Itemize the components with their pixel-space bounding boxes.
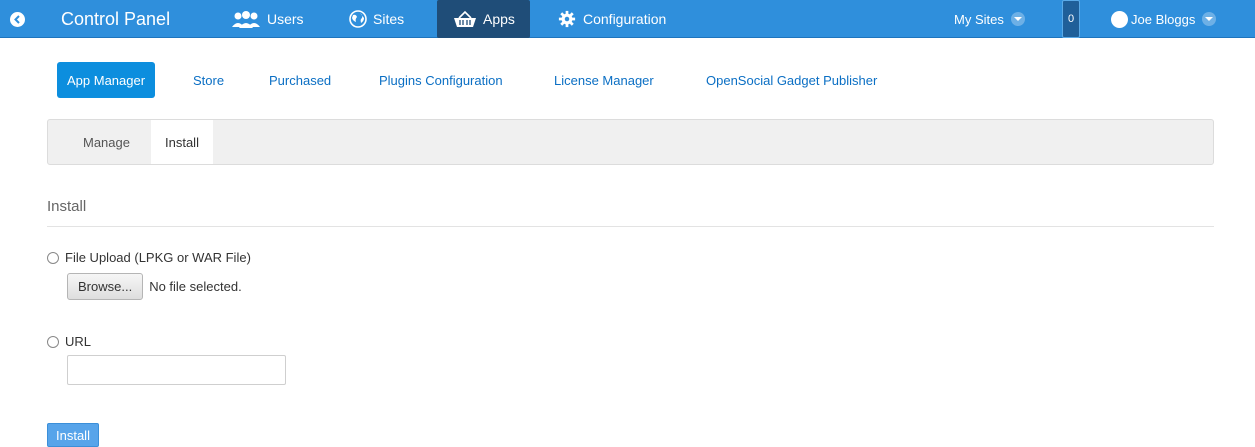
nav-sites[interactable]: Sites [349,0,404,38]
user-menu[interactable]: Joe Bloggs [1111,0,1217,38]
url-option[interactable]: URL [47,334,91,349]
nav-apps[interactable]: Apps [437,0,530,38]
nav-configuration[interactable]: Configuration [557,0,666,38]
nav-apps-label: Apps [483,11,515,27]
file-status: No file selected. [149,279,242,294]
subnav-opensocial-gadget-publisher[interactable]: OpenSocial Gadget Publisher [696,62,887,98]
file-input[interactable]: Browse... No file selected. [67,273,242,300]
nav-sites-label: Sites [373,11,405,27]
my-sites-menu[interactable]: My Sites [954,0,1025,38]
subnav-plugins-configuration[interactable]: Plugins Configuration [369,62,513,98]
basket-icon [454,10,476,27]
subnav-purchased[interactable]: Purchased [259,62,341,98]
url-radio[interactable] [47,335,59,348]
app-manager-subnav: App Manager Store Purchased Plugins Conf… [0,62,1255,98]
avatar [1111,10,1128,28]
tab-manage[interactable]: Manage [69,120,144,164]
control-panel-topbar: Control Panel Users Sites Apps Configura… [0,0,1255,38]
browse-button[interactable]: Browse... [67,273,144,300]
control-panel-title[interactable]: Control Panel [61,0,170,38]
file-upload-option[interactable]: File Upload (LPKG or WAR File) [47,250,251,265]
nav-users-label: Users [267,11,304,27]
install-legend: Install [47,198,87,215]
legend-divider [47,226,1214,227]
url-label: URL [65,334,92,349]
caret-down-icon [1202,12,1217,26]
nav-configuration-label: Configuration [583,11,667,27]
url-input[interactable] [67,355,286,385]
globe-icon [349,10,367,28]
caret-down-icon [1010,12,1025,26]
my-sites-label: My Sites [954,11,1004,27]
back-button[interactable] [10,0,25,38]
subnav-app-manager[interactable]: App Manager [57,62,156,98]
install-button[interactable]: Install [47,423,99,447]
file-upload-radio[interactable] [47,251,59,264]
notification-count-badge[interactable]: 0 [1062,0,1080,38]
subnav-license-manager[interactable]: License Manager [544,62,664,98]
back-icon [10,11,25,27]
users-icon [232,11,260,28]
tab-install[interactable]: Install [151,120,213,164]
nav-users[interactable]: Users [231,0,304,38]
subnav-store[interactable]: Store [183,62,234,98]
user-name: Joe Bloggs [1131,11,1196,27]
tab-bar: Manage Install [47,119,1214,165]
gear-icon [558,10,576,28]
file-upload-label: File Upload (LPKG or WAR File) [65,250,251,265]
